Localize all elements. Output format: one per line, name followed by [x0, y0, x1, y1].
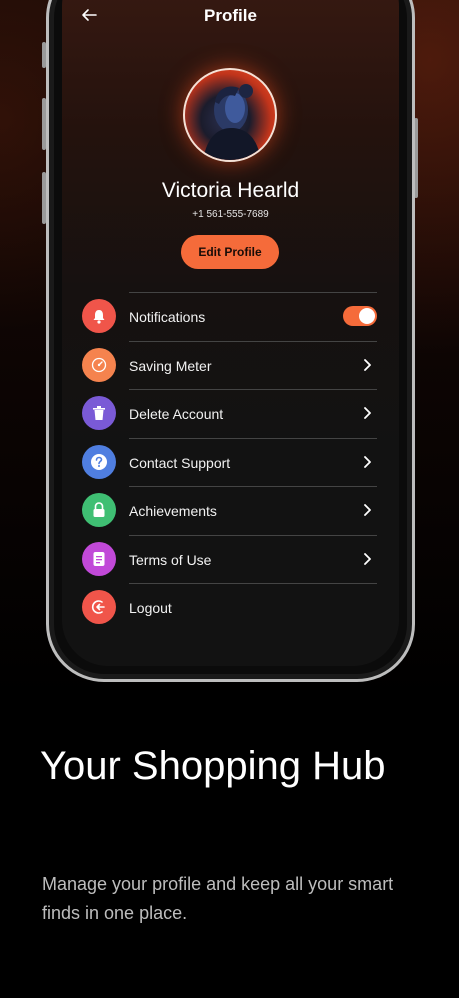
divider	[129, 534, 377, 536]
menu-icon-badge	[82, 299, 116, 333]
user-name: Victoria Hearld	[161, 179, 300, 202]
menu-icon-badge	[82, 347, 116, 382]
menu-item-delete-account[interactable]: Delete Account	[62, 389, 399, 438]
divider	[129, 486, 377, 487]
menu-icon-badge	[82, 396, 116, 430]
chevron-right-icon	[360, 358, 374, 372]
avatar[interactable]	[183, 68, 277, 162]
top-bar: Profile	[62, 0, 399, 34]
menu-item-label: Delete Account	[129, 406, 224, 422]
menu-icon-badge	[82, 541, 116, 576]
divider	[129, 292, 377, 293]
edit-profile-button[interactable]: Edit Profile	[181, 235, 279, 269]
menu-item-label: Logout	[129, 600, 172, 616]
menu-icon-badge	[82, 444, 116, 479]
menu-item-saving-meter[interactable]: Saving Meter	[62, 340, 399, 390]
page-title: Profile	[204, 6, 257, 25]
menu-item-terms-of-use[interactable]: Terms of Use	[62, 534, 399, 584]
phone-screen: Profile Victoria Hearld +1 561-555-7689 …	[62, 0, 399, 666]
divider	[129, 437, 377, 439]
menu-icon-badge	[82, 590, 116, 624]
menu-item-label: Notifications	[129, 309, 206, 325]
divider	[129, 340, 377, 342]
document-icon	[93, 551, 105, 566]
lock-icon	[93, 502, 105, 517]
logout-icon	[91, 600, 105, 614]
menu-item-label: Contact Support	[129, 454, 231, 471]
avatar-photo	[203, 84, 261, 160]
question-icon	[91, 453, 107, 470]
user-phone: +1 561-555-7689	[192, 209, 269, 220]
menu-item-label: Achievements	[129, 503, 217, 519]
menu-item-achievements[interactable]: Achievements	[62, 486, 399, 535]
promo-headline: Your Shopping Hub	[40, 744, 386, 788]
menu-item-logout[interactable]: Logout	[62, 583, 399, 632]
toggle-knob	[359, 308, 375, 324]
bell-icon	[93, 309, 105, 324]
chevron-right-icon	[360, 406, 374, 420]
chevron-right-icon	[360, 455, 374, 469]
settings-menu: Notifications Saving Meter Delete Accoun…	[62, 292, 399, 632]
menu-item-label: Saving Meter	[129, 357, 212, 374]
notifications-toggle[interactable]	[343, 306, 377, 326]
chevron-right-icon	[360, 552, 374, 566]
menu-item-contact-support[interactable]: Contact Support	[62, 437, 399, 487]
menu-item-notifications[interactable]: Notifications	[62, 292, 399, 341]
menu-icon-badge	[82, 493, 116, 527]
chevron-right-icon	[360, 503, 374, 517]
divider	[129, 583, 377, 584]
menu-item-label: Terms of Use	[129, 551, 212, 568]
trash-icon	[93, 406, 105, 420]
promo-body: Manage your profile and keep all your sm…	[42, 874, 394, 923]
gauge-icon	[91, 357, 107, 372]
divider	[129, 389, 377, 390]
